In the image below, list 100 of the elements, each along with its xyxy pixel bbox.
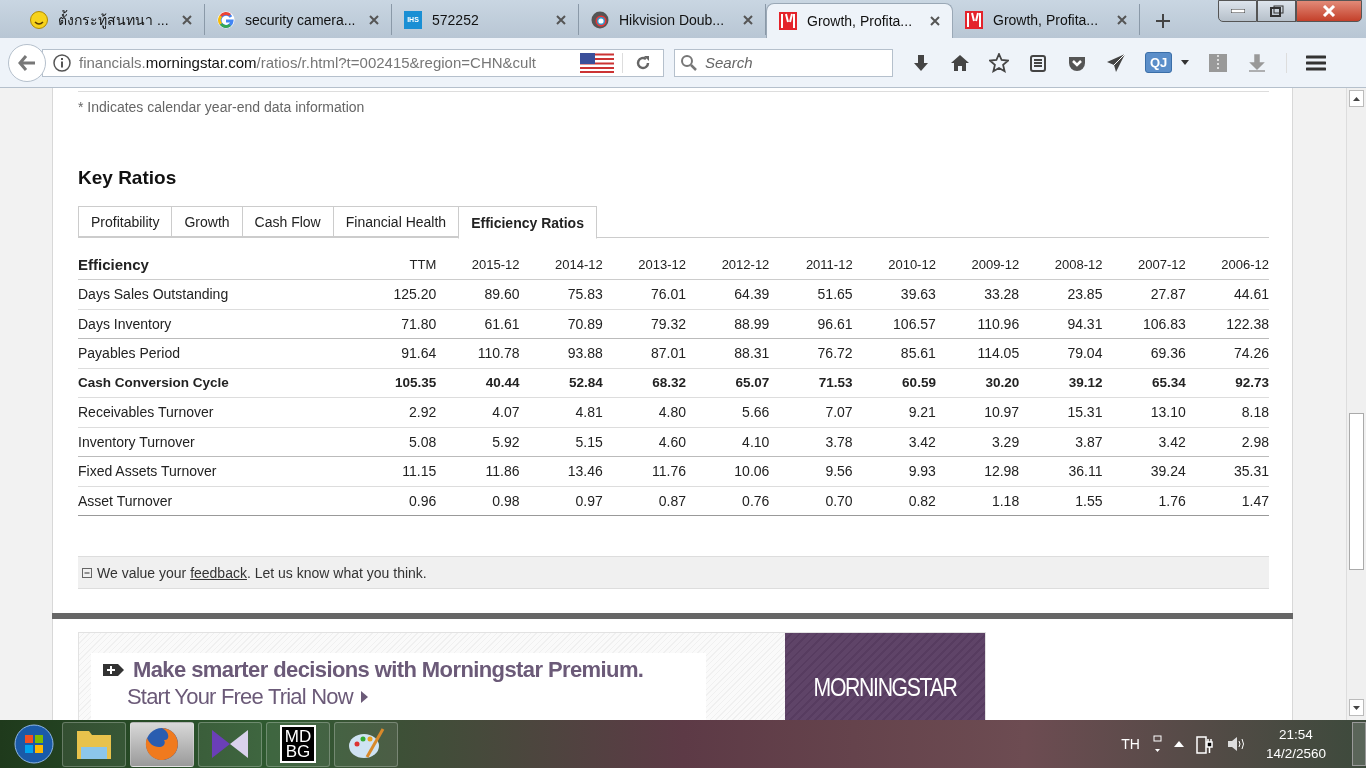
down-triangle-icon [1353,705,1360,710]
plus-icon[interactable] [1156,14,1170,28]
close-icon[interactable] [930,16,940,26]
table-cell-text: 23.85 [1066,286,1103,303]
scroll-down-button[interactable] [1349,699,1364,716]
back-arrow-icon [18,54,36,71]
clock-time[interactable]: 21:54 [1279,727,1313,742]
brand-logo: MORNINGSTAR [813,673,957,703]
maximize-button[interactable] [1257,0,1296,22]
row-label: Receivables Turnover [78,404,215,421]
back-button[interactable] [8,43,46,82]
table-cell-text: 1.47 [1240,492,1269,509]
keyboard-icon[interactable] [1151,735,1162,753]
minimize-button[interactable] [1218,0,1257,22]
table-cell-text: 9.56 [824,463,853,480]
row-label: Cash Conversion Cycle [78,375,230,391]
home-icon[interactable] [950,52,970,73]
table-cell-text: 11.86 [484,463,520,480]
ratio-tab[interactable]: Profitability [78,206,172,237]
table-cell-text: 68.32 [651,375,687,391]
table-cell-text: 0.82 [907,492,936,509]
table-cell-text: 71.80 [400,315,437,332]
scrollbar-thumb[interactable] [1349,413,1364,570]
list-icon[interactable] [1028,52,1048,73]
table-cell-text: 110.78 [476,345,520,362]
browser-tab[interactable]: Hikvision Doub... [579,4,766,35]
tab-title: Growth, Profita... [993,11,1100,28]
ad-banner[interactable]: Make smarter decisions with Morningstar Premium. Start Your Free Trial Now MORNINGSTAR [78,632,986,720]
speaker-icon[interactable] [1225,735,1246,753]
address-bar[interactable]: financials.morningstar.com/ratios/r.html?t=002415&region=CHN&cult [42,48,664,77]
ratio-tab[interactable]: Cash Flow [241,206,333,237]
row-label: Days Sales Outstanding [78,286,230,303]
table-cell-text: 10.06 [733,463,770,480]
star-icon[interactable] [989,52,1009,73]
close-icon[interactable] [743,14,753,25]
table-cell-text: 85.61 [899,345,936,362]
scroll-up-button[interactable] [1349,90,1364,107]
row-label: Days Inventory [78,315,173,332]
table-cell-text: 1.18 [990,492,1020,509]
taskbar-button[interactable] [198,721,262,767]
zipper-icon[interactable] [1208,52,1229,73]
ratio-tab[interactable]: Growth [171,206,242,237]
taskbar-button[interactable]: MD BG [266,721,330,767]
taskbar-button[interactable] [130,721,194,767]
table-cell-text: 60.59 [901,375,936,391]
table-cell-text: 74.26 [1232,345,1269,362]
table-cell-text: 3.29 [990,433,1020,450]
trial-link[interactable]: Start Your Free Trial Now [127,685,368,709]
table-cell-text: 87.01 [650,345,687,362]
info-icon[interactable] [53,53,71,72]
tag-plus-icon [103,663,125,677]
start-button[interactable] [14,724,54,764]
table-cell-text: 0.70 [824,492,853,509]
caret-icon[interactable] [1181,60,1190,65]
taskbar-button[interactable] [334,721,398,767]
clock-date[interactable]: 14/2/2560 [1265,746,1326,761]
close-button[interactable] [1296,0,1362,22]
language-indicator[interactable]: TH [1121,736,1140,752]
feedback-link[interactable]: feedback [190,564,247,581]
column-header: 2008-12 [1053,257,1103,272]
table-cell-text: 92.73 [1234,375,1269,391]
bowtie-icon [210,728,250,760]
restore-icon [1269,5,1284,17]
footnote-text: * Indicates calendar year-end data information [78,99,366,115]
table-cell-text: 5.66 [741,404,770,421]
ratio-tab[interactable]: Efficiency Ratios [458,206,597,239]
download-icon[interactable] [911,52,931,73]
column-header: 2012-12 [720,257,770,272]
table-cell-text: 0.87 [657,492,687,509]
table-cell-text: 3.42 [907,433,936,450]
taskbar-button[interactable] [62,721,126,767]
search-field[interactable]: Search [674,48,893,77]
browser-tab[interactable]: security camera... [205,4,392,35]
browser-tab[interactable]: ตั้งกระทู้สนทนา ... [18,4,205,35]
download-tray-icon[interactable] [1247,52,1268,73]
table-cell-text: 106.57 [892,315,936,332]
browser-tab[interactable]: Growth, Profita... [766,3,953,38]
table-cell-text: 52.84 [568,375,603,391]
search-icon [680,53,698,72]
palette-icon [347,727,385,761]
table-cell-text: 5.92 [491,433,520,450]
table-cell-text: 65.34 [1150,375,1186,391]
reload-icon[interactable] [635,54,651,71]
tab-title: Hikvision Doub... [619,11,726,28]
browser-tab[interactable]: Growth, Profita... [953,4,1140,35]
close-icon[interactable] [369,14,379,25]
collapse-icon[interactable] [82,567,92,578]
column-header: 2015-12 [470,257,520,272]
triangle-icon [360,691,368,703]
table-cell-text: 9.93 [907,463,936,480]
close-icon[interactable] [1117,14,1127,25]
close-icon[interactable] [182,14,192,25]
close-icon[interactable] [556,14,566,25]
ratio-tab[interactable]: Financial Health [332,206,459,237]
battery-icon[interactable] [1195,734,1214,754]
table-cell-text: 71.53 [817,375,853,391]
tab-title: 572252 [432,11,480,28]
table-cell-text: 4.60 [657,433,687,450]
paper-plane-icon[interactable] [1106,52,1126,73]
caret-up-icon[interactable] [1173,741,1184,747]
